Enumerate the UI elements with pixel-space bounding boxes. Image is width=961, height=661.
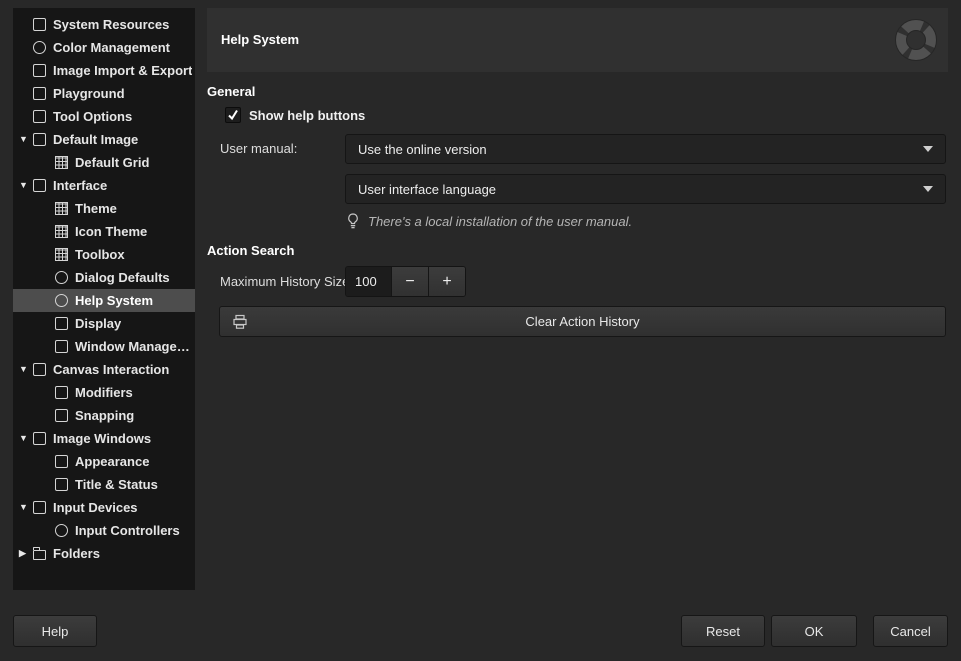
sidebar-item-color-management[interactable]: Color Management <box>13 36 195 59</box>
show-help-buttons-label: Show help buttons <box>249 108 365 123</box>
show-help-buttons-checkbox[interactable] <box>225 107 241 123</box>
max-history-label: Maximum History Size: <box>220 274 353 289</box>
chevron-down-icon <box>923 186 933 192</box>
sidebar-item-icon-theme[interactable]: Icon Theme <box>13 220 195 243</box>
toolbox-icon <box>55 248 68 261</box>
sidebar-item-playground[interactable]: Playground <box>13 82 195 105</box>
image-windows-icon <box>33 432 46 445</box>
clear-history-icon <box>232 314 248 333</box>
checkmark-icon <box>227 109 239 121</box>
manual-language-selected-value: User interface language <box>346 182 923 197</box>
sidebar-item-canvas-interaction[interactable]: ▼ Canvas Interaction <box>13 358 195 381</box>
sidebar-item-theme[interactable]: Theme <box>13 197 195 220</box>
cancel-button[interactable]: Cancel <box>873 615 948 647</box>
help-button[interactable]: Help <box>13 615 97 647</box>
action-search-section-label: Action Search <box>207 243 294 258</box>
lightbulb-icon <box>347 213 359 230</box>
default-grid-icon <box>55 156 68 169</box>
sidebar-item-toolbox[interactable]: Toolbox <box>13 243 195 266</box>
sidebar-item-appearance[interactable]: Appearance <box>13 450 195 473</box>
sidebar-item-dialog-defaults[interactable]: Dialog Defaults <box>13 266 195 289</box>
snapping-icon <box>55 409 68 422</box>
user-manual-dropdown[interactable]: Use the online version <box>345 134 946 164</box>
sidebar-item-interface[interactable]: ▼ Interface <box>13 174 195 197</box>
sidebar-item-image-windows[interactable]: ▼ Image Windows <box>13 427 195 450</box>
appearance-icon <box>55 455 68 468</box>
ok-button[interactable]: OK <box>771 615 857 647</box>
sidebar-item-snapping[interactable]: Snapping <box>13 404 195 427</box>
sidebar-item-default-grid[interactable]: Default Grid <box>13 151 195 174</box>
expander-open-icon[interactable]: ▼ <box>19 365 33 374</box>
sidebar-item-modifiers[interactable]: Modifiers <box>13 381 195 404</box>
expander-open-icon[interactable]: ▼ <box>19 135 33 144</box>
window-management-icon <box>55 340 68 353</box>
sidebar-item-display[interactable]: Display <box>13 312 195 335</box>
help-system-icon <box>55 294 68 307</box>
reset-button[interactable]: Reset <box>681 615 765 647</box>
page-title: Help System <box>221 32 299 47</box>
page-header: Help System <box>207 8 948 72</box>
max-history-value-field[interactable]: 100 <box>346 267 391 296</box>
dialog-defaults-icon <box>55 271 68 284</box>
sidebar-item-help-system[interactable]: Help System <box>13 289 195 312</box>
max-history-spinner: 100 − + <box>345 266 466 297</box>
preferences-sidebar: System Resources Color Management Image … <box>13 8 195 590</box>
sidebar-item-folders[interactable]: ▶ Folders <box>13 542 195 565</box>
modifiers-icon <box>55 386 68 399</box>
expander-open-icon[interactable]: ▼ <box>19 181 33 190</box>
help-lifebuoy-icon <box>894 18 938 67</box>
system-resources-icon <box>33 18 46 31</box>
manual-install-info: There's a local installation of the user… <box>347 213 632 230</box>
sidebar-item-tool-options[interactable]: Tool Options <box>13 105 195 128</box>
manual-install-info-text: There's a local installation of the user… <box>368 214 632 229</box>
expander-open-icon[interactable]: ▼ <box>19 503 33 512</box>
title-status-icon <box>55 478 68 491</box>
manual-language-dropdown[interactable]: User interface language <box>345 174 946 204</box>
canvas-interaction-icon <box>33 363 46 376</box>
show-help-buttons-row: Show help buttons <box>225 107 365 123</box>
decrement-button[interactable]: − <box>391 267 428 296</box>
general-section-label: General <box>207 84 255 99</box>
sidebar-item-title-status[interactable]: Title & Status <box>13 473 195 496</box>
expander-closed-icon[interactable]: ▶ <box>19 549 33 558</box>
clear-action-history-button[interactable]: Clear Action History <box>219 306 946 337</box>
interface-icon <box>33 179 46 192</box>
color-management-icon <box>33 41 46 54</box>
user-manual-label: User manual: <box>220 141 297 156</box>
theme-icon <box>55 202 68 215</box>
folders-icon <box>33 550 46 560</box>
expander-open-icon[interactable]: ▼ <box>19 434 33 443</box>
input-controllers-icon <box>55 524 68 537</box>
user-manual-selected-value: Use the online version <box>346 142 923 157</box>
clear-action-history-label: Clear Action History <box>525 314 639 329</box>
input-devices-icon <box>33 501 46 514</box>
icon-theme-icon <box>55 225 68 238</box>
sidebar-item-input-controllers[interactable]: Input Controllers <box>13 519 195 542</box>
tool-options-icon <box>33 110 46 123</box>
sidebar-item-image-import-export[interactable]: Image Import & Export <box>13 59 195 82</box>
sidebar-item-input-devices[interactable]: ▼ Input Devices <box>13 496 195 519</box>
playground-icon <box>33 87 46 100</box>
increment-button[interactable]: + <box>428 267 465 296</box>
sidebar-item-window-management[interactable]: Window Management <box>13 335 195 358</box>
image-import-export-icon <box>33 64 46 77</box>
chevron-down-icon <box>923 146 933 152</box>
default-image-icon <box>33 133 46 146</box>
sidebar-item-default-image[interactable]: ▼ Default Image <box>13 128 195 151</box>
display-icon <box>55 317 68 330</box>
sidebar-item-system-resources[interactable]: System Resources <box>13 13 195 36</box>
